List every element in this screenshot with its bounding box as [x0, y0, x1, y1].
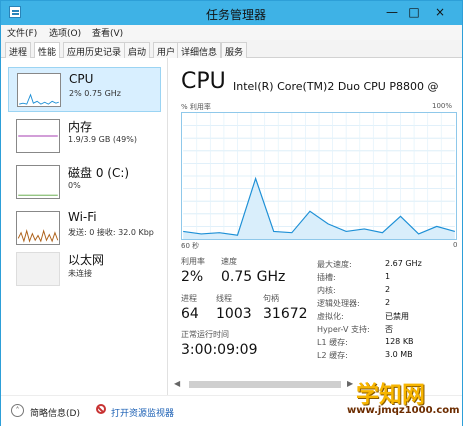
cpu-model: Intel(R) Core(TM)2 Duo CPU P8800 @	[233, 80, 439, 93]
tab-strip: 进程 性能 应用历史记录 启动 用户 详细信息 服务	[1, 40, 462, 59]
watermark-url: www.jmqz1000.com	[347, 405, 460, 416]
chevron-up-icon[interactable]: ˄	[11, 404, 24, 417]
l1-cache-label: L1 缓存:	[317, 338, 348, 347]
threads-value: 1003	[216, 306, 252, 322]
resource-cpu-name: CPU	[69, 72, 94, 86]
max-percent-label: 100%	[432, 102, 453, 110]
ethernet-thumbnail	[16, 252, 60, 286]
resource-memory-sub: 1.9/3.9 GB (49%)	[68, 135, 137, 144]
horizontal-scrollbar[interactable]: ◀ ▶	[169, 379, 357, 391]
memory-thumbnail	[16, 119, 60, 153]
title-bar[interactable]: 任务管理器 — □ ×	[1, 1, 462, 25]
virtualization-value: 已禁用	[385, 312, 409, 321]
tab-users[interactable]: 用户	[153, 42, 180, 58]
menu-view[interactable]: 查看(V)	[92, 26, 123, 39]
minimize-button[interactable]: —	[383, 5, 401, 19]
horizontal-scroll-thumb[interactable]	[189, 381, 341, 388]
fewer-details-link[interactable]: 简略信息(D)	[30, 406, 80, 419]
logical-processors-label: 逻辑处理器:	[317, 299, 360, 308]
hyperv-value: 否	[385, 325, 393, 334]
threads-label: 线程	[216, 294, 232, 303]
max-speed-value: 2.67 GHz	[385, 259, 422, 268]
processes-label: 进程	[181, 294, 197, 303]
menu-bar: 文件(F) 选项(O) 查看(V)	[1, 25, 462, 40]
tab-performance[interactable]: 性能	[34, 42, 61, 59]
speed-value: 0.75 GHz	[221, 269, 286, 285]
tab-startup[interactable]: 启动	[124, 42, 151, 58]
resource-ethernet-sub: 未连接	[68, 269, 92, 278]
sockets-label: 插槽:	[317, 273, 336, 282]
time-left-label: 60 秒	[181, 242, 200, 250]
utilization-axis-label: % 利用率	[181, 103, 211, 111]
maximize-button[interactable]: □	[405, 5, 423, 19]
window-title: 任务管理器	[206, 8, 267, 22]
processes-value: 64	[181, 306, 199, 322]
l2-cache-value: 3.0 MB	[385, 350, 413, 359]
uptime-value: 3:00:09:09	[181, 342, 258, 358]
virtualization-label: 虚拟化:	[317, 312, 344, 321]
scroll-left-arrow[interactable]: ◀	[174, 379, 180, 388]
resource-disk-name: 磁盘 0 (C:)	[68, 166, 130, 180]
resource-wifi-sub: 发送: 0 接收: 32.0 Kbp	[68, 228, 154, 237]
task-manager-window: 任务管理器 — □ × 文件(F) 选项(O) 查看(V) 进程 性能 应用历史…	[0, 0, 463, 426]
hyperv-label: Hyper-V 支持:	[317, 325, 370, 334]
l2-cache-label: L2 缓存:	[317, 351, 348, 360]
resource-disk-sub: 0%	[68, 181, 81, 190]
tab-app-history[interactable]: 应用历史记录	[63, 42, 126, 58]
speed-label: 速度	[221, 257, 237, 266]
uptime-label: 正常运行时间	[181, 330, 229, 339]
open-resource-monitor-link[interactable]: 打开资源监视器	[111, 406, 174, 419]
l1-cache-value: 128 KB	[385, 337, 414, 346]
time-right-label: 0	[453, 241, 458, 249]
handles-label: 句柄	[263, 294, 279, 303]
utilization-value: 2%	[181, 269, 204, 285]
resource-wifi-name: Wi-Fi	[68, 210, 97, 224]
resource-cpu-sub: 2% 0.75 GHz	[69, 89, 122, 98]
cores-label: 内核:	[317, 286, 336, 295]
sockets-value: 1	[385, 272, 391, 281]
logical-processors-value: 2	[385, 298, 391, 307]
cpu-utilization-chart	[181, 112, 457, 240]
resource-list: CPU 2% 0.75 GHz 内存 1.9/3.9 GB (49%) 磁盘 0…	[1, 58, 168, 395]
max-speed-label: 最大速度:	[317, 260, 352, 269]
resource-ethernet-name: 以太网	[68, 253, 105, 267]
resource-memory[interactable]: 内存 1.9/3.9 GB (49%)	[8, 114, 161, 159]
tab-details[interactable]: 详细信息	[177, 42, 222, 58]
watermark-brand: 学知网	[356, 382, 425, 408]
resource-wifi[interactable]: Wi-Fi 发送: 0 接收: 32.0 Kbp	[8, 206, 161, 251]
resource-monitor-icon	[96, 404, 106, 414]
tab-services[interactable]: 服务	[221, 42, 248, 58]
utilization-label: 利用率	[181, 257, 205, 266]
tab-processes[interactable]: 进程	[5, 42, 32, 58]
close-button[interactable]: ×	[431, 5, 449, 19]
cpu-detail-panel: CPU Intel(R) Core(TM)2 Duo CPU P8800 @ %…	[169, 58, 462, 395]
watermark-logo: 学知网 www.jmqz1000.com	[339, 375, 460, 423]
menu-options[interactable]: 选项(O)	[49, 26, 81, 39]
cores-value: 2	[385, 285, 391, 294]
handles-value: 31672	[263, 306, 308, 322]
menu-file[interactable]: 文件(F)	[7, 26, 37, 39]
resource-cpu[interactable]: CPU 2% 0.75 GHz	[8, 67, 161, 112]
cpu-title: CPU	[181, 69, 226, 94]
wifi-thumbnail	[16, 211, 60, 245]
cpu-thumbnail	[17, 73, 61, 107]
disk-thumbnail	[16, 165, 60, 199]
resource-disk[interactable]: 磁盘 0 (C:) 0%	[8, 160, 161, 205]
task-manager-icon	[9, 6, 21, 18]
resource-ethernet[interactable]: 以太网 未连接	[8, 247, 161, 292]
resource-memory-name: 内存	[68, 120, 93, 134]
